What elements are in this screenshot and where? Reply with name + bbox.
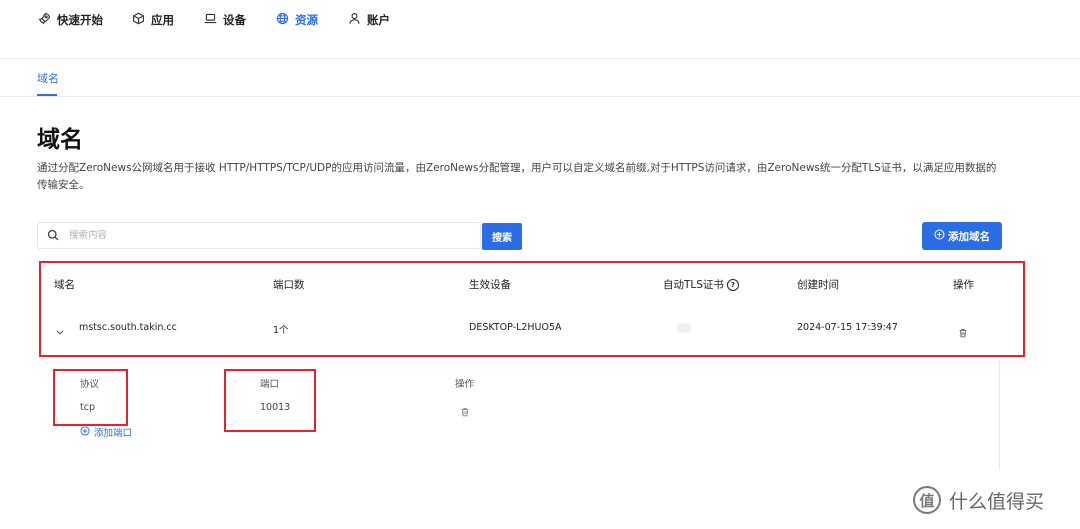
nav-item-resources[interactable]: 资源 (276, 11, 318, 29)
plus-circle-icon (80, 425, 90, 439)
nav-item-apps[interactable]: 应用 (132, 11, 174, 29)
highlight-box-protocol (53, 369, 128, 426)
nav-label: 应用 (151, 13, 174, 27)
add-port-label: 添加端口 (94, 428, 133, 439)
tab-domain[interactable]: 域名 (37, 70, 59, 86)
watermark: 值 什么值得买 (913, 486, 1044, 514)
watermark-text: 什么值得买 (949, 490, 1045, 513)
rocket-icon (38, 12, 51, 28)
search-icon (38, 226, 59, 245)
sub-tabs: 域名 (0, 58, 1080, 97)
nav-label: 快速开始 (57, 13, 103, 27)
expanded-panel (37, 360, 1000, 470)
top-nav: 快速开始 应用 设备 资源 账户 (0, 0, 1080, 59)
highlight-box-table (39, 261, 1025, 357)
trash-icon[interactable] (460, 402, 470, 421)
laptop-icon (204, 12, 217, 28)
nav-item-quickstart[interactable]: 快速开始 (38, 11, 103, 29)
nav-item-devices[interactable]: 设备 (204, 11, 246, 29)
plus-circle-icon (934, 229, 945, 243)
globe-icon (276, 12, 289, 28)
search-box (37, 222, 481, 249)
search-input[interactable] (67, 229, 471, 242)
highlight-box-port (224, 369, 316, 432)
watermark-logo: 值 (913, 486, 941, 514)
nav-label: 账户 (367, 13, 390, 27)
page-title: 域名 (37, 127, 83, 153)
cube-icon (132, 12, 145, 28)
page-description: 通过分配ZeroNews公网域名用于接收 HTTP/HTTPS/TCP/UDP的… (37, 162, 997, 191)
nav-label: 资源 (295, 13, 318, 27)
nav-item-account[interactable]: 账户 (348, 11, 390, 29)
add-domain-button[interactable]: 添加域名 (922, 222, 1002, 250)
add-domain-label: 添加域名 (948, 230, 990, 243)
sub-column-actions: 操作 (455, 379, 475, 390)
user-icon (348, 12, 361, 28)
add-port-button[interactable]: 添加端口 (80, 425, 132, 439)
search-button[interactable]: 搜索 (482, 223, 522, 250)
nav-label: 设备 (223, 13, 246, 27)
tab-active-indicator (37, 94, 57, 96)
